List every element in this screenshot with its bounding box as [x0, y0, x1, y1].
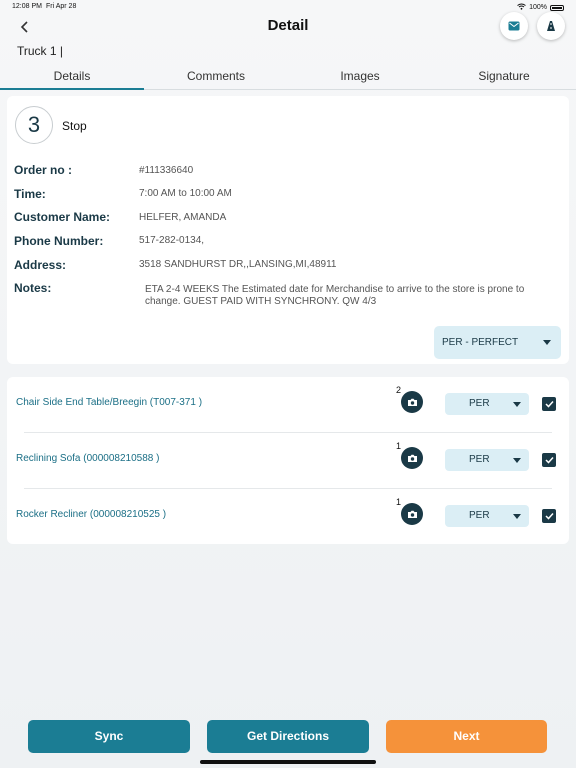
time-label: Time:: [14, 187, 46, 201]
item-checkbox[interactable]: [542, 509, 556, 523]
notes-label: Notes:: [14, 281, 52, 295]
list-item: Reclining Sofa (000008210588 ) 1 PER: [7, 433, 569, 489]
get-directions-button[interactable]: Get Directions: [207, 720, 369, 753]
item-status-dropdown[interactable]: PER: [445, 393, 529, 415]
order-label: Order no :: [14, 163, 73, 177]
checkbox-checked-icon: [544, 400, 554, 408]
time-value: 7:00 AM to 10:00 AM: [139, 188, 232, 199]
list-item: Rocker Recliner (000008210525 ) 1 PER: [7, 489, 569, 545]
camera-button[interactable]: [401, 391, 423, 413]
screen: 12:08 PM Fri Apr 28 100% Detail Truck 1 …: [0, 0, 576, 768]
stop-status-dropdown[interactable]: PER - PERFECT: [434, 326, 561, 359]
mail-button[interactable]: [500, 12, 528, 40]
camera-button[interactable]: [401, 503, 423, 525]
item-status-dropdown[interactable]: PER: [445, 505, 529, 527]
page-title: Detail: [267, 17, 309, 34]
item-name[interactable]: Rocker Recliner (000008210525 ): [16, 509, 166, 520]
item-status-dropdown[interactable]: PER: [445, 449, 529, 471]
navigation-button[interactable]: [537, 12, 565, 40]
tab-comments[interactable]: Comments: [144, 66, 288, 89]
item-checkbox[interactable]: [542, 453, 556, 467]
checkbox-checked-icon: [544, 512, 554, 520]
chevron-down-icon: [513, 514, 521, 519]
camera-button[interactable]: [401, 447, 423, 469]
stop-card: 3 Stop Order no : #111336640 Time: 7:00 …: [7, 96, 569, 364]
chevron-down-icon: [543, 340, 551, 345]
checkbox-checked-icon: [544, 456, 554, 464]
item-status-value: PER: [469, 398, 490, 409]
phone-value: 517-282-0134,: [139, 235, 205, 246]
header: Detail: [0, 10, 576, 44]
item-name[interactable]: Chair Side End Table/Breegin (T007-371 ): [16, 397, 202, 408]
tab-details[interactable]: Details: [0, 66, 144, 90]
chevron-down-icon: [513, 458, 521, 463]
order-value: #111336640: [139, 165, 194, 176]
item-checkbox[interactable]: [542, 397, 556, 411]
tab-bar: Details Comments Images Signature: [0, 66, 576, 90]
camera-icon: [407, 454, 417, 462]
customer-value: HELFER, AMANDA: [139, 212, 227, 223]
chevron-down-icon: [513, 402, 521, 407]
camera-icon: [407, 510, 417, 518]
camera-icon: [407, 398, 417, 406]
address-label: Address:: [14, 258, 67, 272]
tab-images[interactable]: Images: [288, 66, 432, 89]
notes-value: ETA 2-4 WEEKS The Estimated date for Mer…: [145, 284, 525, 307]
item-status-value: PER: [469, 454, 490, 465]
stop-number: 3: [15, 106, 53, 144]
truck-label: Truck 1 |: [17, 44, 64, 58]
sync-button[interactable]: Sync: [28, 720, 190, 753]
home-indicator: [200, 760, 376, 764]
status-time: 12:08 PM: [12, 3, 42, 10]
photo-count: 1: [396, 497, 402, 507]
mail-icon: [508, 21, 520, 31]
stop-status-value: PER - PERFECT: [442, 337, 519, 348]
photo-count: 2: [396, 385, 402, 395]
stop-label: Stop: [62, 119, 87, 133]
photo-count: 1: [396, 441, 402, 451]
address-value: 3518 SANDHURST DR,,LANSING,MI,48911: [139, 259, 337, 270]
customer-label: Customer Name:: [14, 210, 111, 224]
navigation-icon: [547, 21, 555, 31]
items-card: Chair Side End Table/Breegin (T007-371 )…: [7, 377, 569, 544]
next-button[interactable]: Next: [386, 720, 547, 753]
item-name[interactable]: Reclining Sofa (000008210588 ): [16, 453, 159, 464]
phone-label: Phone Number:: [14, 234, 104, 248]
item-status-value: PER: [469, 510, 490, 521]
status-date: Fri Apr 28: [46, 3, 77, 10]
list-item: Chair Side End Table/Breegin (T007-371 )…: [7, 377, 569, 433]
tab-signature[interactable]: Signature: [432, 66, 576, 89]
